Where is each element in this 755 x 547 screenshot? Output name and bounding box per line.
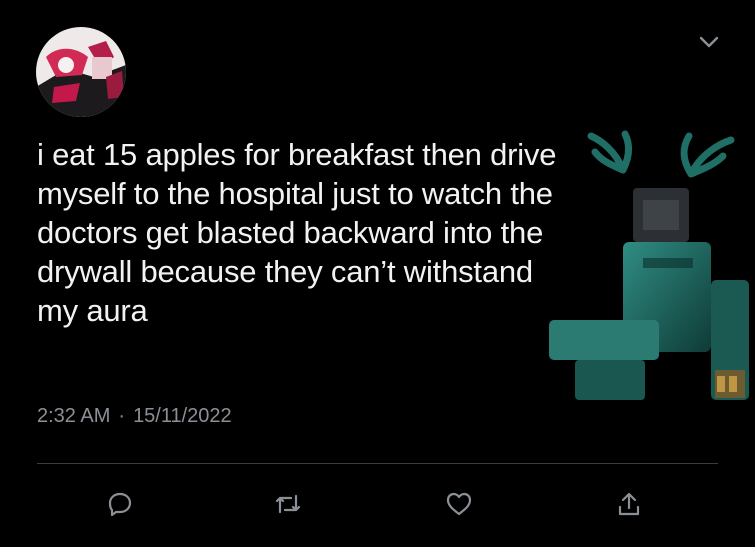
- divider: [37, 463, 718, 464]
- meta-separator: ·: [118, 405, 126, 427]
- tweet-time: 2:32 AM: [37, 405, 111, 427]
- more-options-button[interactable]: [695, 28, 723, 56]
- reply-button[interactable]: [98, 482, 142, 526]
- retweet-button[interactable]: [266, 482, 310, 526]
- tweet-card: i eat 15 apples for breakfast then drive…: [0, 0, 755, 547]
- action-bar: [0, 482, 755, 526]
- share-icon: [618, 492, 640, 516]
- avatar-image: [36, 27, 126, 117]
- chevron-down-icon: [699, 36, 719, 48]
- share-button[interactable]: [607, 482, 651, 526]
- tweet-date: 15/11/2022: [133, 405, 232, 427]
- reply-icon: [108, 492, 132, 517]
- tweet-timestamp[interactable]: 2:32 AM · 15/11/2022: [37, 405, 232, 428]
- retweet-icon: [275, 494, 301, 514]
- like-button[interactable]: [437, 482, 481, 526]
- heart-icon: [446, 492, 472, 516]
- avatar[interactable]: [36, 27, 126, 117]
- tweet-text: i eat 15 apples for breakfast then drive…: [37, 137, 557, 328]
